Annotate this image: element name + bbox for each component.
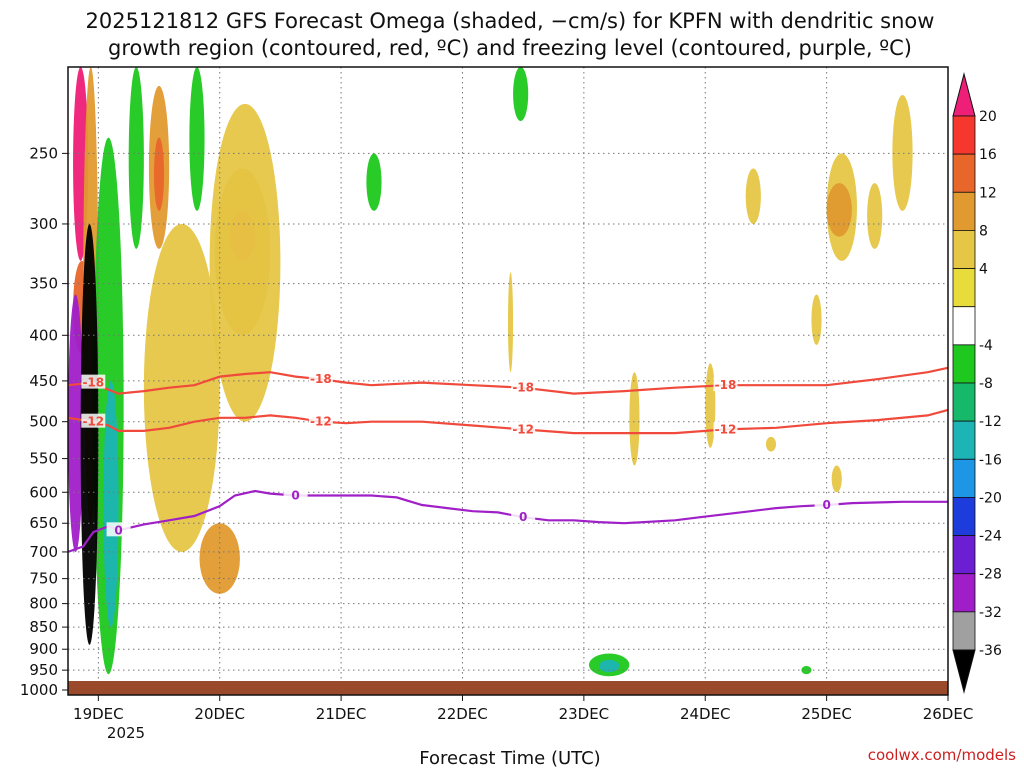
- shaded-region-24: [189, 67, 205, 211]
- contour-label-0: 0: [114, 523, 122, 537]
- x-tick-label-23DEC: 23DEC: [559, 705, 610, 723]
- x-axis-label: Forecast Time (UTC): [419, 748, 600, 768]
- shaded-region-15: [811, 294, 822, 345]
- contour-label--18: -18: [82, 376, 104, 390]
- colorbar-label-4: 4: [979, 262, 988, 278]
- x-axis-year-label: 2025: [107, 724, 145, 742]
- x-tick-label-21DEC: 21DEC: [316, 705, 367, 723]
- colorbar-segment-6: [952, 344, 976, 384]
- colorbar-segment-12: [952, 573, 976, 613]
- y-tick-label-900: 900: [29, 640, 58, 658]
- contour-label-0: 0: [822, 498, 830, 512]
- credit-label: coolwx.com/models: [868, 746, 1016, 764]
- colorbar-label--28: -28: [979, 567, 1002, 583]
- colorbar-label--20: -20: [979, 490, 1002, 506]
- contour-label--12: -12: [512, 422, 534, 436]
- shaded-region-25: [366, 153, 382, 211]
- contour-label--12: -12: [82, 415, 104, 429]
- shaded-region-14: [745, 168, 761, 224]
- y-tick-label-500: 500: [29, 413, 58, 431]
- colorbar-segment-4: [952, 268, 976, 308]
- colorbar-label--32: -32: [979, 605, 1002, 621]
- contour-label-0: 0: [291, 488, 299, 502]
- y-tick-label-250: 250: [29, 144, 58, 162]
- y-tick-label-450: 450: [29, 372, 58, 390]
- colorbar-segment-5: [952, 306, 976, 346]
- colorbar-label-20: 20: [979, 109, 997, 125]
- colorbar-segment-13: [952, 611, 976, 651]
- y-tick-label-350: 350: [29, 275, 58, 293]
- omega-time-height-chart: 2025121812 GFS Forecast Omega (shaded, −…: [0, 0, 1024, 768]
- y-tick-label-600: 600: [29, 483, 58, 501]
- shaded-region-31: [80, 223, 99, 645]
- contour-label--12: -12: [715, 422, 737, 436]
- colorbar-segment-11: [952, 535, 976, 575]
- x-tick-label-19DEC: 19DEC: [73, 705, 124, 723]
- colorbar-label--16: -16: [979, 452, 1002, 468]
- contour-label--12: -12: [310, 415, 332, 429]
- y-tick-label-1000: 1000: [20, 681, 58, 699]
- contour-label-0: 0: [519, 510, 527, 524]
- shaded-region-19: [508, 272, 514, 373]
- colorbar-segment-0: [952, 115, 976, 155]
- y-tick-label-700: 700: [29, 543, 58, 561]
- x-tick-label-24DEC: 24DEC: [680, 705, 731, 723]
- y-tick-label-400: 400: [29, 326, 58, 344]
- terrain-surface: [68, 681, 948, 695]
- shaded-region-8: [143, 223, 220, 552]
- shaded-region-4: [153, 137, 165, 211]
- shaded-region-20: [629, 372, 640, 466]
- x-tick-label-22DEC: 22DEC: [437, 705, 488, 723]
- colorbar-segment-8: [952, 420, 976, 460]
- colorbar-label--24: -24: [979, 529, 1002, 545]
- shaded-region-17: [765, 436, 777, 452]
- y-tick-label-750: 750: [29, 570, 58, 588]
- x-tick-label-20DEC: 20DEC: [194, 705, 245, 723]
- x-tick-label-26DEC: 26DEC: [923, 705, 974, 723]
- shaded-region-29: [801, 666, 812, 675]
- colorbar-label--8: -8: [979, 376, 993, 392]
- colorbar-segment-3: [952, 230, 976, 269]
- colorbar-label--12: -12: [979, 414, 1002, 430]
- colorbar-label-12: 12: [979, 185, 997, 201]
- colorbar-segment-9: [952, 458, 976, 498]
- colorbar-label--36: -36: [979, 643, 1002, 659]
- shaded-region-13: [892, 94, 913, 211]
- colorbar-label--4: -4: [979, 338, 993, 354]
- shaded-region-18: [831, 465, 842, 493]
- colorbar-label-16: 16: [979, 147, 997, 163]
- contour-label--18: -18: [715, 378, 737, 392]
- y-tick-label-550: 550: [29, 450, 58, 468]
- shaded-region-12: [867, 183, 883, 249]
- colorbar-segment-10: [952, 497, 976, 536]
- y-tick-label-800: 800: [29, 595, 58, 613]
- contour-label--18: -18: [512, 381, 534, 395]
- x-tick-label-25DEC: 25DEC: [801, 705, 852, 723]
- colorbar-segment-2: [952, 191, 976, 231]
- shaded-region-11: [826, 183, 852, 237]
- colorbar-segment-1: [952, 153, 976, 193]
- chart-title-line-2: growth region (contoured, red, ºC) and f…: [108, 36, 912, 60]
- y-tick-label-300: 300: [29, 215, 58, 233]
- chart-title-line-1: 2025121812 GFS Forecast Omega (shaded, −…: [86, 9, 935, 33]
- contour-label--18: -18: [310, 372, 332, 386]
- y-tick-label-650: 650: [29, 514, 58, 532]
- y-tick-label-850: 850: [29, 618, 58, 636]
- shaded-region-26: [513, 67, 529, 122]
- shaded-region-22: [103, 380, 119, 628]
- shaded-region-23: [128, 67, 144, 249]
- surface-band: [68, 681, 948, 695]
- colorbar-segment-7: [952, 382, 976, 422]
- y-tick-label-950: 950: [29, 661, 58, 679]
- colorbar-label-8: 8: [979, 223, 988, 239]
